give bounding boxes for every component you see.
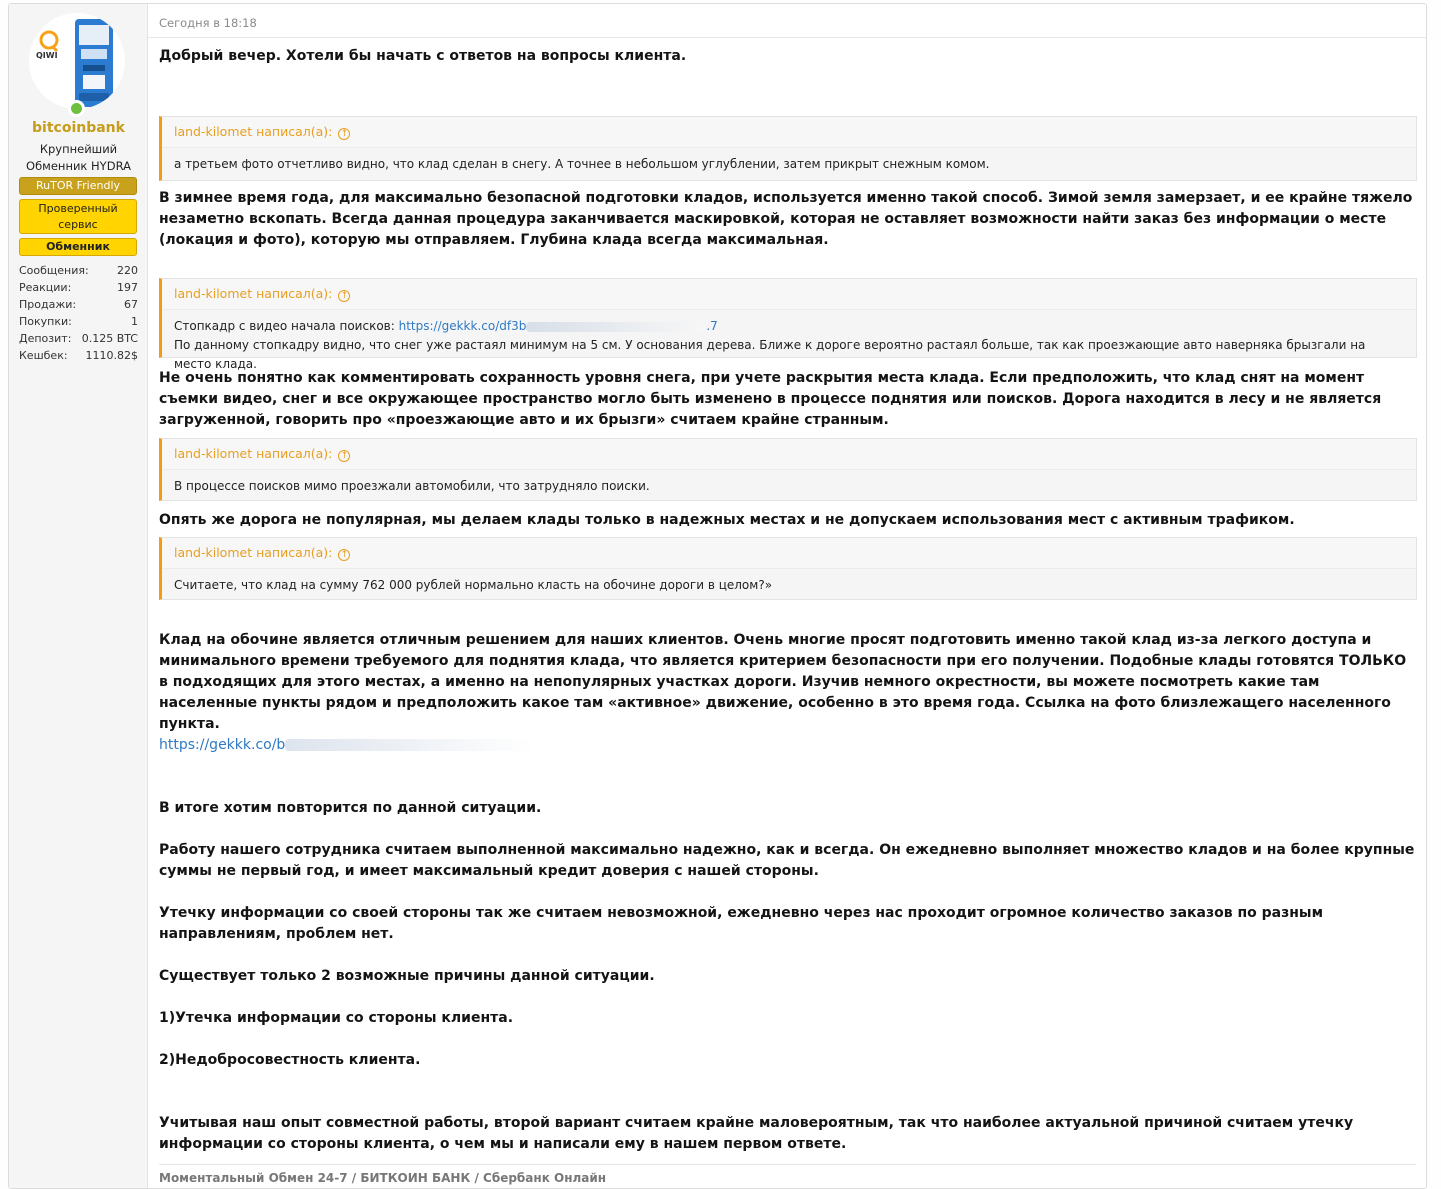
paragraph: Утечку информации со своей стороны так ж… bbox=[159, 905, 1324, 942]
stat-row: Сообщения: 220 bbox=[19, 262, 138, 279]
jump-to-quote-icon[interactable]: ↑ bbox=[338, 549, 351, 561]
quote-link[interactable]: https://gekkk.co/df3b bbox=[399, 319, 527, 333]
paragraph: Учитывая наш опыт совместной работы, вто… bbox=[159, 1115, 1354, 1152]
stat-value: 1 bbox=[131, 315, 138, 328]
signature-divider bbox=[159, 1164, 1416, 1165]
blurred-region bbox=[526, 321, 707, 332]
user-sidebar: QIWI bitcoinbank Крупнейший Обменник HYD… bbox=[9, 4, 148, 1188]
quote-block: land-kilomet написал(а): ↑ Стопкадр с вид… bbox=[159, 278, 1417, 371]
paragraph: 1)Утечка информации со стороны клиента. bbox=[159, 1010, 514, 1026]
username[interactable]: bitcoinbank bbox=[9, 120, 148, 136]
forum-post: QIWI bitcoinbank Крупнейший Обменник HYD… bbox=[8, 3, 1427, 1189]
quote-header[interactable]: land-kilomet написал(а): ↑ bbox=[162, 439, 1416, 470]
jump-to-quote-icon[interactable]: ↑ bbox=[338, 450, 351, 462]
user-stats: Сообщения: 220 Реакции: 197 Продажи: 67 Пок… bbox=[19, 262, 138, 364]
stat-label: Кешбек: bbox=[19, 349, 68, 362]
paragraph: Опять же дорога не популярная, мы делаем… bbox=[159, 512, 1295, 528]
stat-value: 1110.82$ bbox=[85, 349, 139, 362]
banner-rutor-friendly: RuTOR Friendly bbox=[19, 177, 137, 195]
svg-text:QIWI: QIWI bbox=[36, 51, 58, 59]
paragraph: В итоге хотим повторится по данной ситуа… bbox=[159, 800, 542, 816]
jump-to-quote-icon[interactable]: ↑ bbox=[338, 128, 351, 140]
external-link[interactable]: https://gekkk.co/b bbox=[159, 737, 536, 753]
quote-header[interactable]: land-kilomet написал(а): ↑ bbox=[162, 117, 1416, 148]
paragraph: Клад на обочине является отличным решени… bbox=[159, 632, 1407, 732]
stat-label: Депозит: bbox=[19, 332, 72, 345]
quote-text: Считаете, что клад на сумму 762 000 рубл… bbox=[174, 578, 773, 592]
quote-author[interactable]: land-kilomet написал(а): bbox=[174, 286, 332, 301]
quote-block: land-kilomet написал(а): ↑ а третьем фото… bbox=[159, 116, 1417, 181]
quote-author[interactable]: land-kilomet написал(а): bbox=[174, 545, 332, 560]
paragraph: Существует только 2 возможные причины да… bbox=[159, 968, 655, 984]
stat-label: Продажи: bbox=[19, 298, 77, 311]
user-title-line1: Крупнейший bbox=[39, 142, 118, 156]
user-title-line2: Обменник HYDRA bbox=[26, 159, 131, 173]
signature: Моментальный Обмен 24-7 / БИТКОИН БАНК /… bbox=[159, 1171, 607, 1185]
stat-value: 220 bbox=[117, 264, 138, 277]
blurred-region bbox=[285, 739, 536, 751]
banner-verified-service: Проверенный сервис bbox=[19, 199, 137, 234]
stat-label: Реакции: bbox=[19, 281, 72, 294]
qiwi-logo-icon: QIWI bbox=[36, 30, 59, 59]
stat-row: Кешбек: 1110.82$ bbox=[19, 347, 138, 364]
stat-value: 67 bbox=[124, 298, 138, 311]
post-timestamp[interactable]: Сегодня в 18:18 bbox=[159, 16, 257, 30]
quote-author[interactable]: land-kilomet написал(а): bbox=[174, 124, 332, 139]
quote-author[interactable]: land-kilomet написал(а): bbox=[174, 446, 332, 461]
quote-block: land-kilomet написал(а): ↑ В процессе пои… bbox=[159, 438, 1417, 501]
paragraph: Работу нашего сотрудника считаем выполне… bbox=[159, 842, 1415, 879]
paragraph: Не очень понятно как комментировать сохр… bbox=[159, 370, 1382, 428]
quote-header[interactable]: land-kilomet написал(а): ↑ bbox=[162, 538, 1416, 569]
stat-row: Покупки: 1 bbox=[19, 313, 138, 330]
user-title: Крупнейший Обменник HYDRA bbox=[9, 141, 148, 175]
quote-block: land-kilomet написал(а): ↑ Считаете, что … bbox=[159, 537, 1417, 600]
stat-label: Покупки: bbox=[19, 315, 72, 328]
quote-header[interactable]: land-kilomet написал(а): ↑ bbox=[162, 279, 1416, 310]
terminal-icon bbox=[75, 19, 113, 107]
divider bbox=[148, 37, 1426, 38]
link-text[interactable]: https://gekkk.co/b bbox=[159, 737, 285, 753]
stat-row: Продажи: 67 bbox=[19, 296, 138, 313]
paragraph: В зимнее время года, для максимально без… bbox=[159, 190, 1413, 248]
quote-link-end[interactable]: .7 bbox=[706, 319, 717, 333]
quote-text: В процессе поисков мимо проезжали автомо… bbox=[174, 479, 650, 493]
online-status-icon bbox=[68, 100, 85, 117]
paragraph: Добрый вечер. Хотели бы начать с ответов… bbox=[159, 48, 687, 64]
banner-exchanger: Обменник bbox=[19, 238, 137, 256]
stat-row: Реакции: 197 bbox=[19, 279, 138, 296]
stat-value: 0.125 BTC bbox=[81, 332, 138, 345]
quote-text: Стопкадр с видео начала поисков: https:/… bbox=[162, 310, 1416, 374]
quote-text: а третьем фото отчетливо видно, что клад… bbox=[174, 157, 990, 171]
quote-text-prefix: Стопкадр с видео начала поисков: bbox=[174, 319, 399, 333]
stat-value: 197 bbox=[117, 281, 138, 294]
paragraph: 2)Недобросовестность клиента. bbox=[159, 1052, 421, 1068]
jump-to-quote-icon[interactable]: ↑ bbox=[338, 290, 351, 302]
stat-label: Сообщения: bbox=[19, 264, 89, 277]
stat-row: Депозит: 0.125 BTC bbox=[19, 330, 138, 347]
avatar[interactable]: QIWI bbox=[29, 13, 125, 109]
